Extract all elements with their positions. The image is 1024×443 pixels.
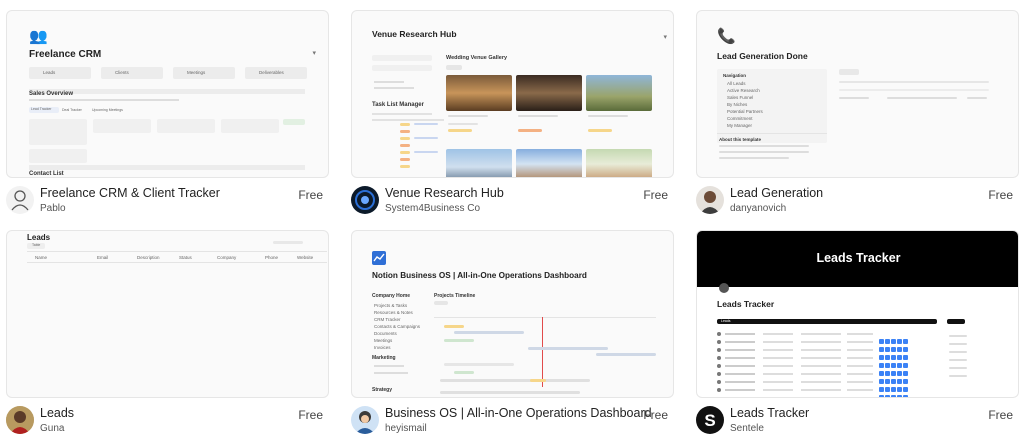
tab-table[interactable]: Table [27,243,45,249]
table-header: Leads [717,319,937,324]
venue-photo[interactable] [446,149,512,177]
avatar[interactable] [351,186,379,214]
chevron-down-icon: ▾ [312,50,316,57]
section-sales-overview: Sales Overview [29,91,74,97]
preview-heading: Lead Generation Done [717,51,808,61]
gallery-title: Wedding Venue Gallery [446,55,508,61]
table-row [717,339,937,352]
template-title[interactable]: Leads Tracker [730,406,809,420]
banner-title: Leads Tracker [816,251,901,265]
template-title[interactable]: Venue Research Hub [385,186,504,200]
venue-photo[interactable] [586,149,652,177]
price-label: Free [988,408,1013,422]
tab-lead-tracker[interactable]: Lead Tracker [29,107,59,113]
venue-photo[interactable] [586,75,652,111]
sidebar-marketing: Marketing [372,355,396,361]
template-title[interactable]: Business OS | All-in-One Operations Dash… [385,406,652,420]
svg-text:S: S [704,411,715,430]
template-author[interactable]: danyanovich [730,203,786,214]
preview-heading: Notion Business OS | All-in-One Operatio… [372,271,587,280]
timeline-title: Projects Timeline [434,293,476,299]
venue-photo[interactable] [446,75,512,111]
template-author[interactable]: heyismail [385,423,427,434]
price-label: Free [298,188,323,202]
avatar[interactable] [351,406,379,434]
table-row [717,371,937,384]
avatar[interactable] [696,186,724,214]
template-title[interactable]: Freelance CRM & Client Tracker [40,186,220,200]
sidebar-title: Company Home [372,293,411,299]
template-preview[interactable]: Venue Research Hub ▾ Task List Manager W… [351,10,674,178]
template-preview[interactable]: Notion Business OS | All-in-One Operatio… [351,230,674,398]
avatar[interactable] [6,406,34,434]
preview-heading: Leads [27,233,51,242]
template-author[interactable]: Pablo [40,203,66,214]
template-preview[interactable]: 📞 Lead Generation Done Navigation All Le… [696,10,1019,178]
avatar-icon [719,283,729,293]
avatar[interactable]: S [696,406,724,434]
nav-meetings[interactable]: Meetings [173,67,235,79]
price-label: Free [643,408,668,422]
template-author[interactable]: Sentele [730,423,764,434]
template-author[interactable]: Guna [40,423,64,434]
price-label: Free [643,188,668,202]
template-author[interactable]: System4Business Co [385,203,480,214]
table-row [717,379,937,392]
preview-heading: Leads Tracker [717,299,775,309]
nav-clients[interactable]: Clients [101,67,163,79]
venue-photo[interactable] [516,75,582,111]
nav-label: Navigation [723,73,747,78]
banner: Leads Tracker [697,231,1018,287]
template-title[interactable]: Leads [40,406,74,420]
venue-photo[interactable] [516,149,582,177]
task-list-title: Task List Manager [372,102,424,108]
price-label: Free [298,408,323,422]
section-contact-list: Contact List [29,171,64,177]
table-row [717,331,937,344]
sidebar-strategy: Strategy [372,387,393,393]
table-row [717,363,937,376]
nav-deliverables[interactable]: Deliverables [245,67,307,79]
chart-icon [372,251,386,265]
phone-icon: 📞 [717,28,736,45]
table-row [717,347,937,360]
avatar[interactable] [6,186,34,214]
template-preview[interactable]: Leads Table Name Email Description Statu… [6,230,329,398]
chevron-down-icon: ▾ [663,34,667,41]
template-title[interactable]: Lead Generation [730,186,823,200]
people-icon: 👥 [29,28,48,45]
preview-heading: Venue Research Hub [372,29,457,39]
table-row [717,387,937,397]
template-preview[interactable]: 👥 Freelance CRM ▾ Leads Clients Meetings… [6,10,329,178]
nav-leads[interactable]: Leads [29,67,91,79]
template-preview[interactable]: Leads Tracker Leads Tracker Leads [696,230,1019,398]
about-label: About this template [719,137,762,142]
price-label: Free [988,188,1013,202]
table-row [717,355,937,368]
preview-heading: Freelance CRM [29,49,102,60]
